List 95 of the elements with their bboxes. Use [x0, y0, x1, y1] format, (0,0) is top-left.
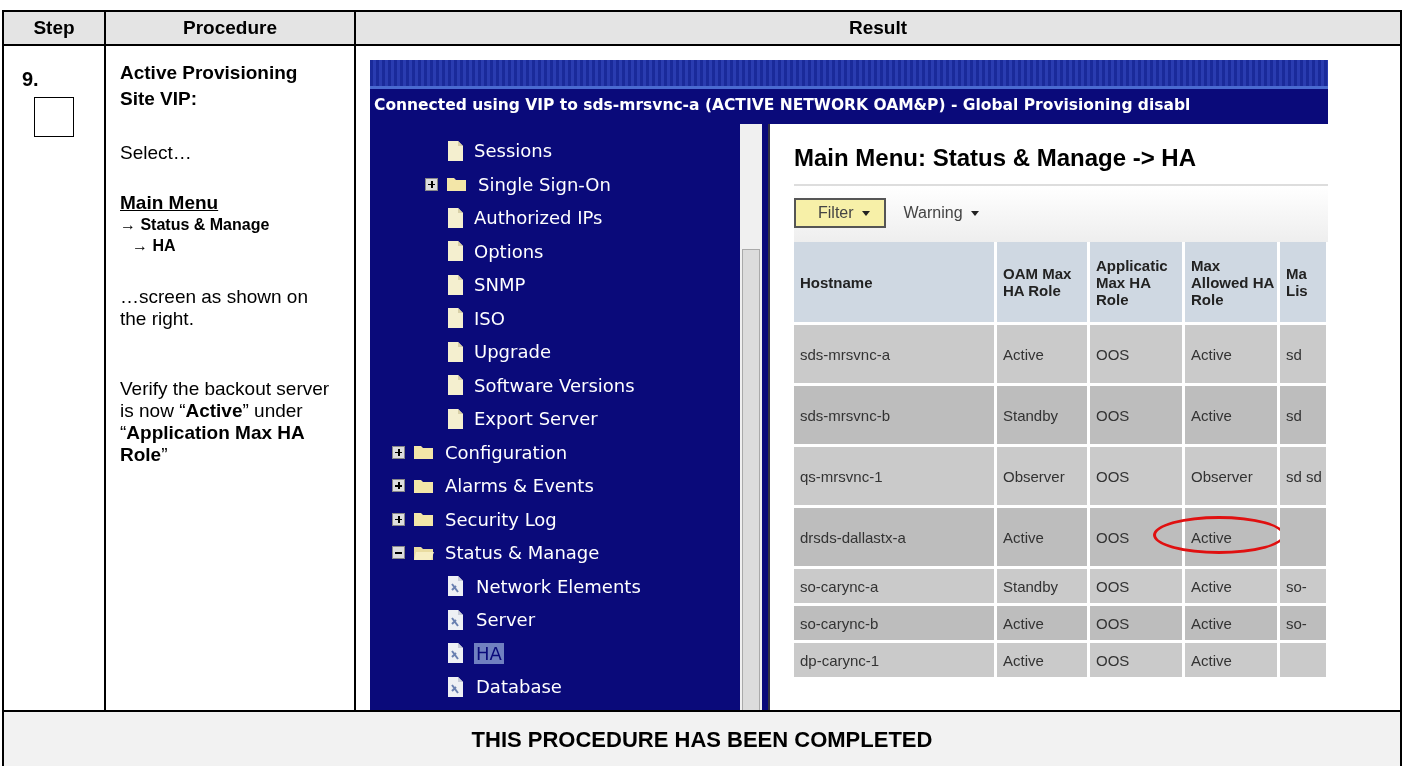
cell-text: sds-mrsvnc-b: [800, 406, 890, 424]
menu-name: Main Menu: [120, 192, 220, 214]
tree-item[interactable]: Authorized IPs: [472, 207, 605, 229]
cell-text: Active: [1003, 528, 1044, 546]
column-header: Procedure: [106, 12, 356, 44]
cell-text: sd: [1286, 345, 1302, 363]
cell-text: Active: [1191, 345, 1232, 363]
cell-text: Active: [1191, 614, 1232, 632]
column-header: Applicatic Max HA Role: [1090, 242, 1182, 322]
cell-text: so-carync-b: [800, 614, 879, 632]
menu-path-item: → Status & Manage: [120, 215, 271, 235]
tree-item[interactable]: Database: [474, 676, 564, 698]
page-icon: [446, 642, 466, 665]
cell-text: Observer: [1191, 467, 1253, 485]
expand-icon[interactable]: [392, 512, 405, 526]
cell-text: drsds-dallastx-a: [800, 528, 906, 546]
tree-item[interactable]: Export Server: [472, 408, 600, 430]
page-icon: [446, 206, 464, 229]
cell-text: Standby: [1003, 577, 1059, 595]
cell-text: OOS: [1096, 345, 1130, 363]
tree-item[interactable]: Security Log: [443, 508, 559, 530]
cell-text: OOS: [1096, 528, 1130, 546]
page-icon: [446, 273, 464, 296]
page-icon: [446, 139, 464, 162]
expand-icon[interactable]: [425, 177, 438, 191]
tree-item[interactable]: Network Elements: [474, 575, 643, 597]
tree-item[interactable]: Single Sign-On: [476, 173, 613, 195]
cell-text: so-: [1286, 614, 1307, 632]
cell-text: Observer: [1003, 467, 1065, 485]
column-header: Step: [4, 12, 106, 44]
cell-text: Active: [1191, 406, 1232, 424]
column-header: OAM Max HA Role: [997, 242, 1087, 322]
table-cell: [1280, 508, 1326, 566]
scrollbar-thumb[interactable]: [742, 249, 760, 710]
procedure-heading: Active Provisioning Site VIP:: [120, 61, 299, 111]
step-number: 9.: [22, 68, 40, 91]
tree-item[interactable]: Alarms & Events: [443, 475, 596, 497]
cell-text: sd sd: [1286, 467, 1322, 485]
procedure-text: …screen as shown on the right.: [120, 286, 309, 330]
connection-status-text: Connected using VIP to sds-mrsvnc-a (ACTIVE NETWORK OAM&P) - Global Provisioning disabl: [373, 95, 1192, 116]
tree-item[interactable]: Sessions: [472, 140, 555, 162]
checkbox[interactable]: [34, 97, 74, 137]
page-icon: [446, 240, 464, 263]
table-cell: [1280, 643, 1326, 677]
tree-item[interactable]: ISO: [472, 307, 507, 329]
procedure-text: Select…: [120, 142, 193, 164]
cell-text: Active: [1191, 651, 1232, 669]
column-header: Result: [847, 16, 909, 40]
filter-button[interactable]: Filter: [794, 198, 886, 228]
column-header: Ma Lis: [1280, 242, 1326, 322]
page-icon: [446, 608, 466, 631]
cell-text: Active: [1003, 651, 1044, 669]
column-header: Max Allowed HA Role: [1185, 242, 1277, 322]
tree-item[interactable]: HA: [474, 642, 504, 664]
folder-icon: [446, 175, 468, 194]
cell-text: sds-mrsvnc-a: [800, 345, 890, 363]
cell-text: Active: [1003, 614, 1044, 632]
expand-icon[interactable]: [392, 445, 405, 459]
cell-text: Active: [1003, 345, 1044, 363]
scrollbar[interactable]: [740, 124, 762, 710]
cell-text: sd: [1286, 406, 1302, 424]
tree-item[interactable]: Software Versions: [472, 374, 637, 396]
completion-banner: THIS PROCEDURE HAS BEEN COMPLETED: [4, 712, 1400, 766]
cell-text: dp-carync-1: [800, 651, 880, 669]
expand-icon[interactable]: [392, 479, 405, 493]
cell-text: OOS: [1096, 406, 1130, 424]
tree-item[interactable]: Upgrade: [472, 341, 553, 363]
cell-text: OOS: [1096, 467, 1130, 485]
cell-text: Standby: [1003, 406, 1059, 424]
menu-path-item: → HA: [131, 236, 177, 256]
page-icon: [446, 307, 464, 330]
cell-text: so-carync-a: [800, 577, 879, 595]
collapse-icon[interactable]: [392, 546, 405, 560]
warning-dropdown[interactable]: Warning: [903, 204, 979, 222]
page-icon: [446, 374, 464, 397]
cell-text: qs-mrsvnc-1: [800, 467, 883, 485]
tree-item[interactable]: Options: [472, 240, 546, 262]
page-icon: [446, 407, 464, 430]
page-icon: [446, 575, 466, 598]
folder-icon: [413, 510, 435, 529]
tree-item[interactable]: SNMP: [472, 274, 528, 296]
tree-item[interactable]: Server: [474, 609, 538, 631]
folder-icon: [413, 443, 435, 462]
page-icon: [446, 675, 466, 698]
cell-text: so-: [1286, 577, 1307, 595]
cell-text: Active: [1191, 528, 1232, 546]
tree-item[interactable]: Status & Manage: [443, 542, 602, 564]
cell-text: OOS: [1096, 577, 1130, 595]
cell-text: Active: [1191, 577, 1232, 595]
cell-text: OOS: [1096, 651, 1130, 669]
cell-text: OOS: [1096, 614, 1130, 632]
verify-instruction: Verify the backout server is now “Active” under “Application Max HA Role”: [120, 378, 330, 466]
column-header: Hostname: [794, 242, 994, 322]
tree-item[interactable]: Configuration: [443, 441, 570, 463]
page-icon: [446, 340, 464, 363]
